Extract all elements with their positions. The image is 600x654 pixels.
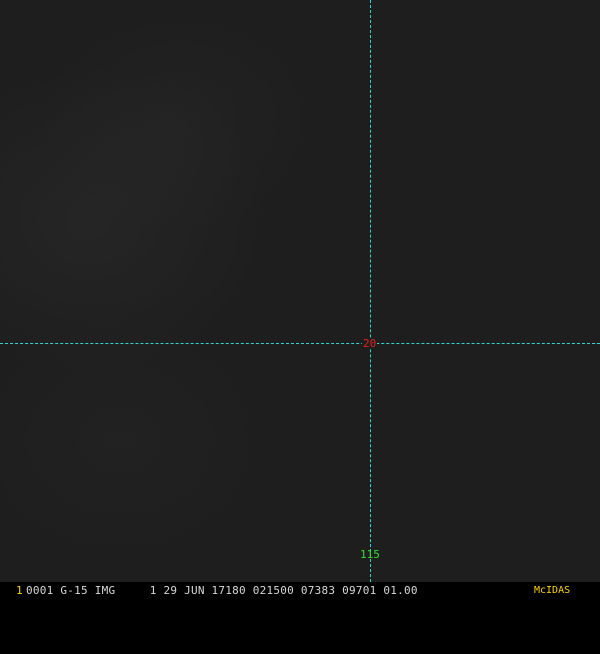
longitude-label: 115 <box>360 548 380 561</box>
longitude-grid-line <box>370 0 371 582</box>
frame-number: 1 <box>16 584 23 597</box>
latitude-grid-line <box>0 343 600 344</box>
status-bar: 1 0001 G-15 IMG 1 29 JUN 17180 021500 07… <box>0 582 600 600</box>
image-metadata-text: 0001 G-15 IMG 1 29 JUN 17180 021500 0738… <box>26 584 418 597</box>
mcidas-logo-text: McIDAS <box>534 585 571 596</box>
satellite-image[interactable]: 20 115 <box>0 0 600 600</box>
latitude-label: 20 <box>362 337 378 350</box>
